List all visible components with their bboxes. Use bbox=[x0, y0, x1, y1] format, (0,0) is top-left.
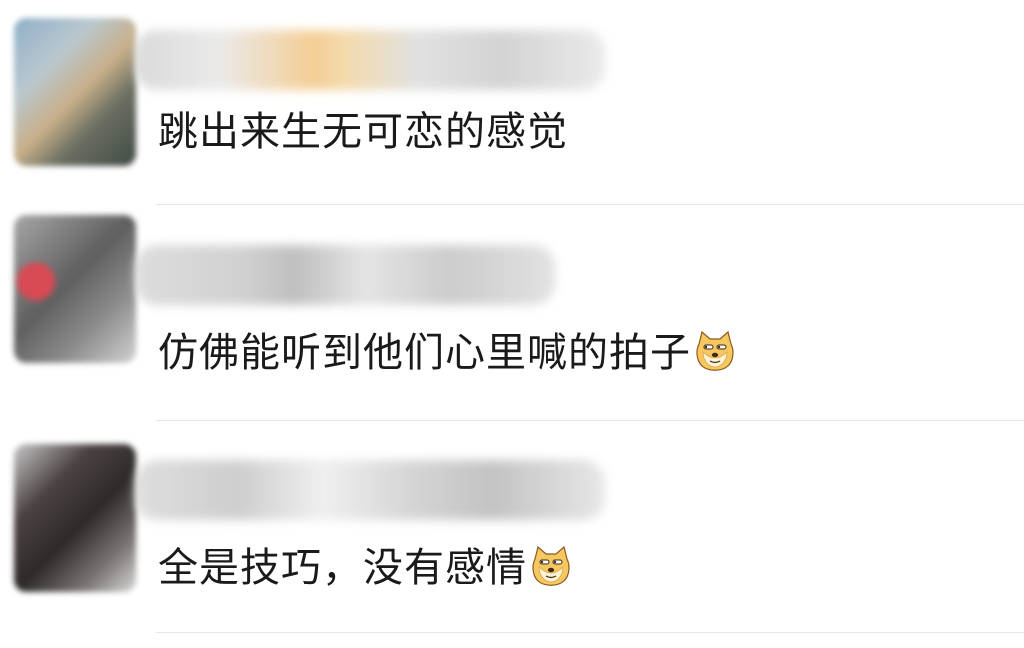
comment-item: 仿佛能听到他们心里喊的拍子 bbox=[0, 205, 1024, 421]
avatar[interactable] bbox=[14, 444, 136, 592]
doge-face-icon bbox=[529, 545, 573, 587]
avatar[interactable] bbox=[14, 215, 136, 363]
divider bbox=[156, 632, 1024, 633]
username-blurred[interactable] bbox=[135, 460, 605, 520]
comment-text-content: 全是技巧，没有感情 bbox=[158, 545, 527, 591]
comment-text: 仿佛能听到他们心里喊的拍子 bbox=[158, 329, 737, 377]
comment-text: 全是技巧，没有感情 bbox=[158, 544, 573, 592]
comment-list: 跳出来生无可恋的感觉 仿佛能听到他们心里喊的拍子 全是技巧，没有感情 bbox=[0, 0, 1024, 648]
comment-text: 跳出来生无可恋的感觉 bbox=[158, 108, 568, 156]
avatar[interactable] bbox=[14, 18, 136, 166]
comment-item: 跳出来生无可恋的感觉 bbox=[0, 0, 1024, 216]
comment-text-content: 仿佛能听到他们心里喊的拍子 bbox=[158, 330, 691, 376]
comment-item: 全是技巧，没有感情 bbox=[0, 420, 1024, 636]
comment-text-content: 跳出来生无可恋的感觉 bbox=[158, 109, 568, 155]
username-blurred[interactable] bbox=[135, 30, 605, 90]
username-blurred[interactable] bbox=[135, 245, 555, 305]
doge-face-icon bbox=[693, 330, 737, 372]
